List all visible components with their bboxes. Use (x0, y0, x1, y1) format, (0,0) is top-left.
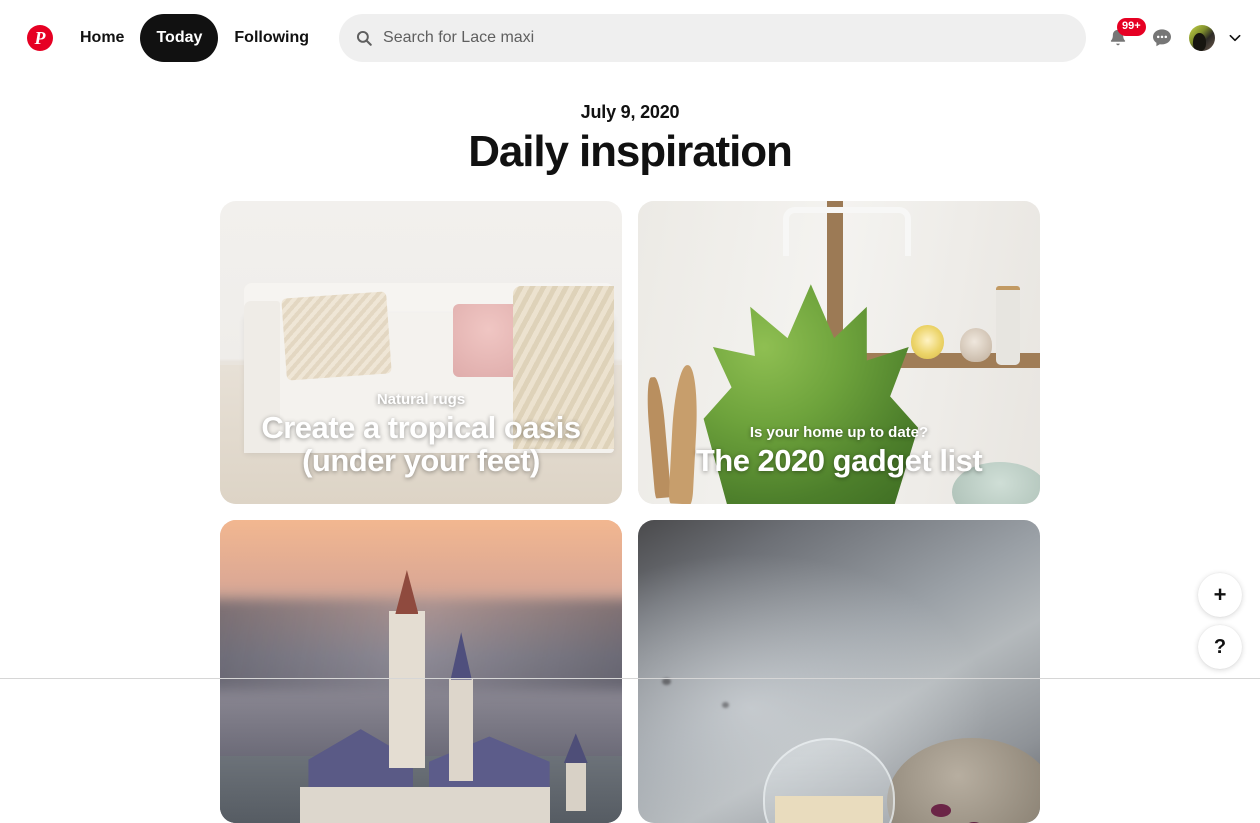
question-mark-icon: ? (1214, 637, 1226, 657)
search-box[interactable] (339, 14, 1086, 62)
chevron-down-icon (1227, 30, 1243, 46)
account-menu-button[interactable] (1220, 14, 1250, 62)
pinterest-logo-button[interactable]: P (16, 14, 64, 62)
header-actions: 99+ (1096, 14, 1260, 62)
card-eyebrow: Natural rugs (377, 391, 465, 408)
search-container (339, 14, 1086, 62)
today-card[interactable] (220, 520, 622, 823)
card-text-overlay: Is your home up to date? The 2020 gadget… (638, 201, 1040, 504)
plus-icon: + (1214, 584, 1227, 606)
nav-item-following-label: Following (234, 29, 309, 47)
card-eyebrow: Is your home up to date? (750, 424, 928, 441)
message-dots-icon (1150, 26, 1174, 50)
today-card[interactable]: Is your home up to date? The 2020 gadget… (638, 201, 1040, 504)
card-text-overlay: Natural rugs Create a tropical oasis (un… (220, 201, 622, 504)
feed-date: July 9, 2020 (0, 76, 1260, 123)
nav-item-today[interactable]: Today (140, 14, 218, 62)
pinterest-logo-icon: P (27, 25, 53, 51)
nav-item-home[interactable]: Home (64, 14, 140, 62)
search-input[interactable] (383, 29, 1070, 47)
avatar (1189, 25, 1215, 51)
page-title: Daily inspiration (0, 127, 1260, 177)
floating-action-buttons: + ? (1198, 573, 1242, 669)
top-navigation-bar: P Home Today Following 99+ (0, 0, 1260, 76)
nav-item-home-label: Home (80, 29, 124, 47)
today-feed: July 9, 2020 Daily inspiration Natural r… (0, 76, 1260, 687)
search-icon (355, 29, 373, 47)
card-heading: The 2020 gadget list (696, 445, 982, 478)
help-button[interactable]: ? (1198, 625, 1242, 669)
today-card-grid: Natural rugs Create a tropical oasis (un… (220, 201, 1040, 823)
card-text-overlay (638, 520, 1040, 823)
pinterest-logo-letter: P (35, 29, 46, 47)
card-heading: Create a tropical oasis (under your feet… (240, 412, 602, 478)
nav-item-following[interactable]: Following (218, 14, 325, 62)
today-card[interactable] (638, 520, 1040, 823)
messages-button[interactable] (1140, 14, 1184, 62)
nav-item-today-label: Today (156, 29, 202, 47)
account-avatar-button[interactable] (1184, 14, 1220, 62)
notifications-button[interactable]: 99+ (1096, 14, 1140, 62)
today-card[interactable]: Natural rugs Create a tropical oasis (un… (220, 201, 622, 504)
create-button[interactable]: + (1198, 573, 1242, 617)
card-text-overlay (220, 520, 622, 823)
bottom-divider (0, 678, 1260, 679)
